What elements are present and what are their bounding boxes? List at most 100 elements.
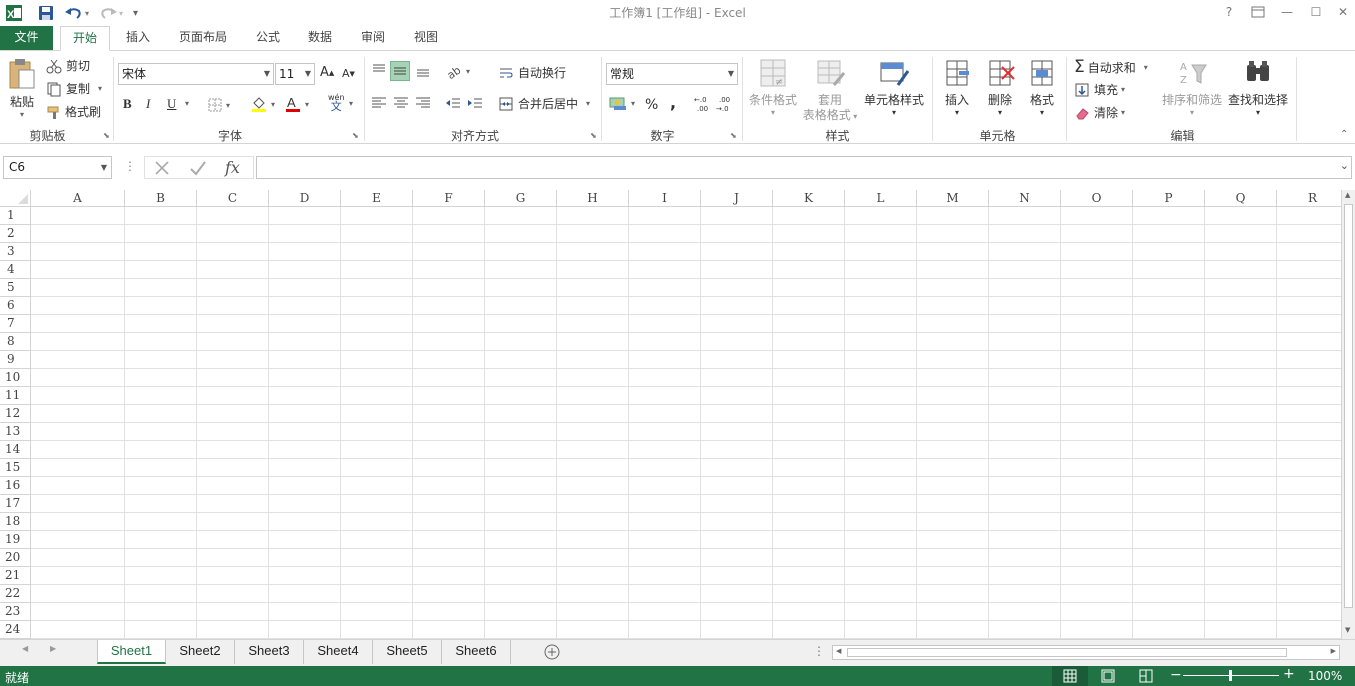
row-header[interactable]: 1 [0, 207, 31, 225]
tab-split-grip-icon[interactable]: ⋮ [813, 644, 825, 658]
close-button[interactable]: ✕ [1330, 3, 1355, 21]
sheet-tab[interactable]: Sheet6 [442, 640, 511, 664]
comma-button[interactable]: , [670, 93, 676, 112]
column-header[interactable]: Q [1205, 190, 1277, 207]
font-size-combo[interactable]: 11 ▼ [275, 63, 315, 85]
wrap-text-button[interactable]: 自动换行 [498, 64, 566, 81]
column-header[interactable]: P [1133, 190, 1205, 207]
cut-button[interactable]: 剪切 [46, 57, 90, 74]
row-header[interactable]: 11 [0, 387, 31, 405]
scroll-right-icon[interactable]: ▶ [1331, 647, 1336, 655]
column-header[interactable]: N [989, 190, 1061, 207]
format-as-table-button[interactable]: 套用 表格格式 ▾ [800, 57, 860, 124]
merge-center-button[interactable]: 合并后居中 ▾ [498, 95, 590, 112]
row-header[interactable]: 18 [0, 513, 31, 531]
column-header[interactable]: H [557, 190, 629, 207]
tab-formulas[interactable]: 公式 [248, 26, 288, 50]
sort-filter-button[interactable]: AZ 排序和筛选 ▾ [1160, 57, 1224, 118]
name-box-dropdown-icon[interactable]: ▼ [101, 157, 107, 178]
autosum-button[interactable]: Σ 自动求和 ▾ [1074, 57, 1148, 77]
scroll-up-icon[interactable]: ▲ [1345, 191, 1350, 199]
minimize-button[interactable]: — [1274, 3, 1300, 21]
row-header[interactable]: 8 [0, 333, 31, 351]
next-sheet-icon[interactable]: ▶ [50, 644, 56, 653]
vertical-scrollbar[interactable]: ▲ ▼ [1341, 190, 1355, 639]
collapse-ribbon-icon[interactable]: ⌃ [1340, 129, 1348, 140]
conditional-formatting-button[interactable]: ≠ 条件格式 ▾ [747, 57, 799, 118]
font-color-button[interactable]: A ▾ [284, 95, 309, 113]
enter-check-icon[interactable] [188, 158, 208, 178]
sheet-tab[interactable]: Sheet1 [97, 640, 166, 664]
column-header[interactable]: O [1061, 190, 1133, 207]
column-header[interactable]: K [773, 190, 845, 207]
insert-cells-button[interactable]: 插入 ▾ [937, 57, 977, 118]
italic-button[interactable]: I [146, 96, 150, 112]
sheet-tab[interactable]: Sheet3 [235, 640, 304, 664]
sheet-tab[interactable]: Sheet2 [166, 640, 235, 664]
phonetic-button[interactable]: wén 文 [328, 93, 345, 112]
horizontal-scroll-thumb[interactable] [847, 648, 1287, 657]
number-launcher-icon[interactable]: ⬊ [730, 131, 739, 140]
underline-dropdown-icon[interactable]: ▾ [185, 99, 189, 108]
prev-sheet-icon[interactable]: ◀ [22, 644, 28, 653]
accounting-format-button[interactable]: ▾ [608, 95, 635, 111]
zoom-out-button[interactable]: − [1170, 667, 1182, 683]
column-header[interactable]: A [31, 190, 125, 207]
font-name-combo[interactable]: 宋体 ▼ [118, 63, 274, 85]
align-right-button[interactable] [414, 95, 432, 111]
tab-data[interactable]: 数据 [300, 26, 340, 50]
horizontal-scrollbar[interactable]: ◀ ▶ [832, 645, 1340, 660]
expand-formula-bar-icon[interactable]: ⌄ [1340, 159, 1349, 172]
column-header[interactable]: D [269, 190, 341, 207]
find-select-button[interactable]: 查找和选择 ▾ [1226, 57, 1290, 118]
select-all-corner[interactable] [0, 190, 31, 207]
number-format-combo[interactable]: 常规 ▼ [606, 63, 738, 85]
alignment-launcher-icon[interactable]: ⬊ [590, 131, 599, 140]
normal-view-button[interactable] [1052, 666, 1088, 686]
vertical-scroll-thumb[interactable] [1344, 204, 1353, 608]
increase-decimal-button[interactable]: ←.0.00 [694, 95, 714, 113]
row-header[interactable]: 3 [0, 243, 31, 261]
delete-cells-button[interactable]: 删除 ▾ [980, 57, 1020, 118]
row-header[interactable]: 2 [0, 225, 31, 243]
decrease-decimal-button[interactable]: .00 →.0 [716, 95, 736, 113]
maximize-button[interactable]: ☐ [1303, 3, 1329, 21]
formula-input[interactable]: ⌄ [256, 156, 1352, 179]
align-left-button[interactable] [370, 95, 388, 111]
column-header[interactable]: L [845, 190, 917, 207]
tab-view[interactable]: 视图 [406, 26, 446, 50]
align-middle-button[interactable] [390, 61, 410, 81]
row-header[interactable]: 19 [0, 531, 31, 549]
new-sheet-button[interactable] [543, 643, 561, 664]
tab-page-layout[interactable]: 页面布局 [170, 26, 236, 50]
cell-styles-button[interactable]: 单元格样式 ▾ [862, 57, 926, 118]
format-painter-button[interactable]: 格式刷 [46, 103, 101, 120]
column-header[interactable]: E [341, 190, 413, 207]
column-header[interactable]: R [1277, 190, 1341, 207]
fill-button[interactable]: 填充 ▾ [1074, 81, 1125, 98]
percent-button[interactable]: % [645, 97, 658, 113]
sheet-tab[interactable]: Sheet5 [373, 640, 442, 664]
row-header[interactable]: 22 [0, 585, 31, 603]
name-box[interactable]: C6 ▼ [3, 156, 112, 179]
row-header[interactable]: 13 [0, 423, 31, 441]
format-cells-button[interactable]: 格式 ▾ [1022, 57, 1062, 118]
align-bottom-button[interactable] [414, 61, 432, 79]
column-header[interactable]: J [701, 190, 773, 207]
font-launcher-icon[interactable]: ⬊ [352, 131, 361, 140]
insert-function-icon[interactable]: fx [225, 158, 240, 177]
row-header[interactable]: 7 [0, 315, 31, 333]
tab-insert[interactable]: 插入 [118, 26, 158, 50]
bold-button[interactable]: B [123, 96, 132, 112]
borders-button[interactable]: ▾ [207, 97, 230, 113]
paste-button[interactable]: 粘贴 ▾ [6, 57, 38, 120]
row-header[interactable]: 14 [0, 441, 31, 459]
fill-color-button[interactable]: ▾ [250, 95, 275, 113]
ribbon-display-options-icon[interactable] [1245, 3, 1271, 21]
row-header[interactable]: 12 [0, 405, 31, 423]
zoom-level[interactable]: 100% [1308, 669, 1342, 683]
row-header[interactable]: 15 [0, 459, 31, 477]
row-header[interactable]: 21 [0, 567, 31, 585]
tab-file[interactable]: 文件 [0, 26, 53, 50]
worksheet-grid[interactable]: ABCDEFGHIJKLMNOPQR 1 2 3 4 5 6 7 8 9 10 11 12 13 14 15… [0, 190, 1341, 639]
